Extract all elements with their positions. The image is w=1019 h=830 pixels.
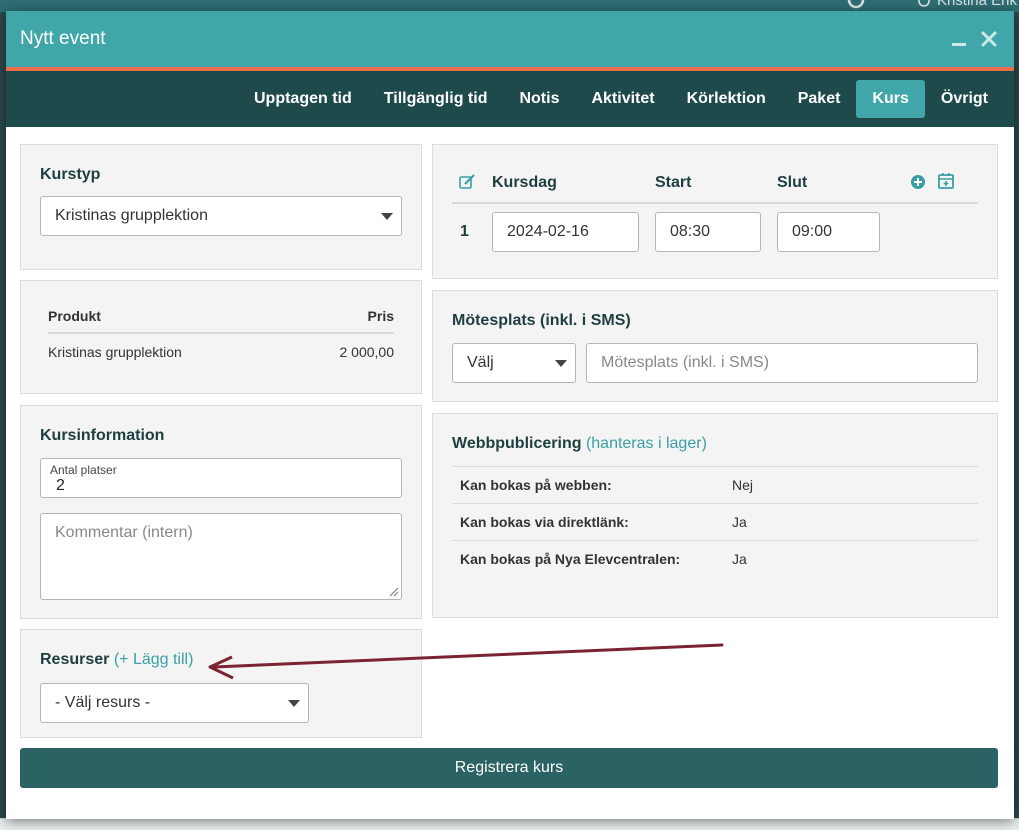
end-time-value: 09:00 — [792, 223, 833, 240]
column-header-product: Produkt — [48, 299, 294, 334]
register-course-button[interactable]: Registrera kurs — [20, 748, 998, 788]
product-name: Kristinas grupplektion — [48, 343, 182, 360]
kurstyp-title: Kurstyp — [40, 166, 101, 183]
resize-handle-icon — [389, 587, 399, 597]
resurser-paren-close: ) — [188, 651, 194, 668]
elevcentralen-bookable-label: Kan bokas på Nya Elevcentralen: — [452, 540, 732, 578]
table-row: Kristinas grupplektion 2 000,00 — [48, 333, 394, 369]
elevcentralen-bookable-value: Ja — [732, 540, 978, 578]
schedule-row-index: 1 — [460, 223, 469, 240]
webbpublicering-paren-close: ) — [701, 435, 707, 452]
resurser-title-row: Resurser (+ Lägg till) — [40, 651, 193, 669]
modal-header: Nytt event — [6, 11, 1014, 71]
webbpublicering-title: Webbpublicering — [452, 435, 582, 452]
comment-placeholder: Kommentar (intern) — [55, 524, 193, 541]
webbpublicering-panel: Webbpublicering (hanteras i lager) Kan b… — [432, 413, 998, 618]
column-header-price: Pris — [293, 299, 394, 334]
schedule-divider — [452, 202, 978, 204]
tab-aktivitet[interactable]: Aktivitet — [575, 80, 670, 118]
annotation-arrow — [208, 643, 724, 680]
kursinformation-panel: Kursinformation Antal platser 2 Kommenta… — [20, 405, 422, 619]
manage-in-stock-link[interactable]: hanteras i lager — [591, 435, 701, 452]
web-bookable-value: Nej — [732, 466, 978, 504]
tab-korlektion[interactable]: Körlektion — [671, 80, 782, 118]
column-header-slut: Slut — [777, 174, 808, 191]
motesplats-placeholder: Mötesplats (inkl. i SMS) — [601, 354, 770, 371]
seats-value: 2 — [56, 477, 65, 494]
direct-link-bookable-value: Ja — [732, 503, 978, 541]
caret-down-icon — [555, 360, 567, 367]
product-panel: Produkt Pris Kristinas grupplektion 2 00… — [20, 280, 422, 394]
modal-title: Nytt event — [20, 28, 106, 49]
resource-select-value: - Välj resurs - — [55, 694, 151, 711]
resource-select[interactable]: - Välj resurs - — [40, 683, 309, 723]
motesplats-select-value: Välj — [467, 354, 494, 371]
close-icon[interactable] — [980, 29, 998, 49]
add-resource-link[interactable]: + Lägg till — [119, 651, 188, 668]
product-table: Produkt Pris Kristinas grupplektion 2 00… — [48, 299, 394, 369]
direct-link-bookable-label: Kan bokas via direktlänk: — [452, 503, 732, 541]
minimize-icon[interactable] — [950, 29, 968, 49]
add-circle-icon[interactable] — [910, 174, 926, 195]
tab-bar: Upptagen tid Tillgänglig tid Notis Aktiv… — [6, 71, 1014, 127]
motesplats-select[interactable]: Välj — [452, 343, 576, 383]
column-header-kursdag: Kursdag — [492, 174, 557, 191]
tab-paket[interactable]: Paket — [782, 80, 857, 118]
kurstyp-select[interactable]: Kristinas grupplektion — [40, 196, 402, 236]
end-time-input[interactable]: 09:00 — [777, 212, 880, 252]
table-row: Kan bokas på webben: Nej — [452, 466, 978, 504]
caret-down-icon — [381, 213, 393, 220]
tab-tillganglig-tid[interactable]: Tillgänglig tid — [368, 80, 504, 118]
web-bookable-label: Kan bokas på webben: — [452, 466, 732, 504]
user-name: Kristina Erik — [936, 0, 1017, 9]
tab-upptagen-tid[interactable]: Upptagen tid — [238, 80, 368, 118]
kursinformation-title: Kursinformation — [40, 427, 165, 444]
course-date-input[interactable]: 2024-02-16 — [492, 212, 639, 252]
comment-textarea[interactable]: Kommentar (intern) — [40, 513, 402, 600]
tab-ovrigt[interactable]: Övrigt — [925, 80, 1004, 118]
new-event-modal: Nytt event Upptagen tid Tillgänglig tid … — [6, 11, 1014, 819]
caret-down-icon — [288, 700, 300, 707]
table-row: Kan bokas på Nya Elevcentralen: Ja — [452, 540, 978, 578]
column-header-start: Start — [655, 174, 692, 191]
background-bottom — [0, 818, 1019, 830]
seats-label: Antal platser — [50, 463, 117, 477]
modal-content: Kurstyp Kristinas grupplektion Produkt P… — [6, 127, 1014, 815]
product-price: 2 000,00 — [339, 343, 395, 360]
tab-kurs[interactable]: Kurs — [856, 80, 925, 118]
table-row: Kan bokas via direktlänk: Ja — [452, 503, 978, 541]
kurstyp-panel: Kurstyp Kristinas grupplektion — [20, 144, 422, 270]
kurstyp-select-value: Kristinas grupplektion — [55, 207, 208, 224]
course-date-value: 2024-02-16 — [507, 223, 589, 240]
header-actions — [950, 29, 998, 49]
schedule-panel: Kursdag Start Slut 1 2024-02-16 08:30 09… — [432, 144, 998, 279]
start-time-input[interactable]: 08:30 — [655, 212, 761, 252]
seats-field[interactable]: Antal platser 2 — [40, 458, 402, 498]
start-time-value: 08:30 — [670, 223, 711, 240]
webbpublicering-title-row: Webbpublicering (hanteras i lager) — [452, 435, 707, 453]
motesplats-panel: Mötesplats (inkl. i SMS) Välj Mötesplats… — [432, 290, 998, 402]
motesplats-input[interactable]: Mötesplats (inkl. i SMS) — [586, 343, 978, 383]
tab-notis[interactable]: Notis — [503, 80, 575, 118]
calendar-add-icon[interactable] — [937, 172, 955, 195]
resurser-title: Resurser — [40, 651, 110, 668]
edit-icon[interactable] — [459, 174, 476, 195]
motesplats-title: Mötesplats (inkl. i SMS) — [452, 312, 631, 329]
webbpublicering-table: Kan bokas på webben: Nej Kan bokas via d… — [452, 466, 978, 578]
product-table-header: Produkt Pris — [48, 299, 394, 334]
